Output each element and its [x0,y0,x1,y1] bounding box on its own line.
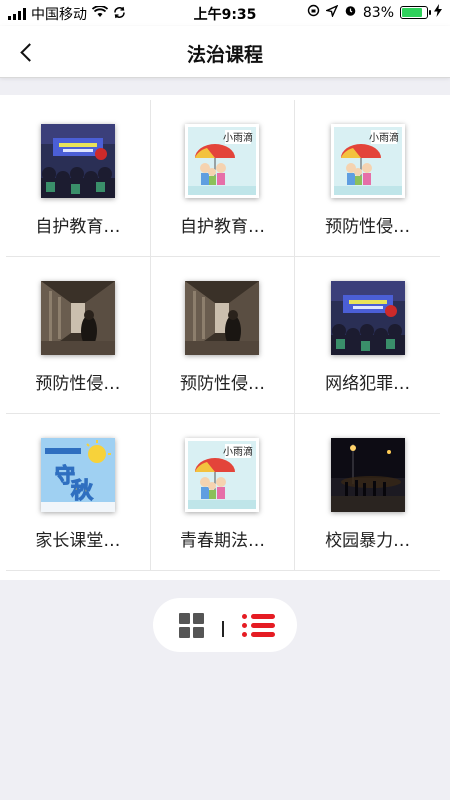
view-toggle [153,598,297,652]
toggle-divider [222,621,224,637]
course-item[interactable]: 网络犯罪… [295,257,440,414]
course-title: 预防性侵… [35,374,121,394]
course-item[interactable]: 守秋家长课堂… [6,414,151,571]
grid-view-icon[interactable] [179,612,204,638]
battery-icon [400,6,431,19]
svg-text:小雨滴: 小雨滴 [223,131,253,144]
course-thumbnail: 小雨滴 [330,124,405,198]
course-title: 校园暴力… [325,531,411,551]
course-grid-panel: 自护教育… 小雨滴 自护教育… 小雨滴 预防性侵… 预防性侵… 预防性侵… 网络犯罪… 守秋家长… [0,95,450,580]
course-thumbnail: 小雨滴 [185,124,260,198]
course-item[interactable]: 预防性侵… [150,257,296,414]
nav-bar: 法治课程 [0,26,450,78]
course-grid: 自护教育… 小雨滴 自护教育… 小雨滴 预防性侵… 预防性侵… 预防性侵… 网络犯罪… 守秋家长… [6,100,440,571]
location-icon [324,4,339,21]
course-title: 预防性侵… [179,374,265,394]
status-right: 83% [307,4,442,21]
course-title: 自护教育… [35,217,121,237]
svg-text:小雨滴: 小雨滴 [223,445,253,458]
page-title: 法治课程 [186,44,263,66]
course-thumbnail [40,281,115,355]
course-thumbnail: 小雨滴 [185,438,260,512]
course-item[interactable]: 预防性侵… [6,257,151,414]
course-title: 青春期法… [179,531,265,551]
course-thumbnail [185,281,260,355]
course-title: 预防性侵… [325,217,411,237]
svg-text:秋: 秋 [71,479,94,504]
course-thumbnail [330,281,405,355]
alarm-icon [344,4,357,21]
course-thumbnail [330,438,405,512]
svg-text:小雨滴: 小雨滴 [369,131,399,144]
course-title: 自护教育… [179,217,265,237]
course-thumbnail: 守秋 [40,438,115,512]
course-item[interactable]: 自护教育… [6,100,151,257]
course-item[interactable]: 小雨滴预防性侵… [295,100,440,257]
course-item[interactable]: 小雨滴青春期法… [150,414,296,571]
course-title: 网络犯罪… [325,374,411,394]
course-item[interactable]: 小雨滴自护教育… [150,100,296,257]
course-thumbnail [40,124,115,198]
battery-percent: 83% [362,4,394,21]
charging-icon [434,4,442,21]
list-view-icon[interactable] [242,613,275,637]
course-title: 家长课堂… [35,531,121,551]
status-bar: 中国移动 上午9:35 83% [0,0,450,26]
course-item[interactable]: 校园暴力… [295,414,440,571]
rotation-lock-icon [307,4,320,21]
